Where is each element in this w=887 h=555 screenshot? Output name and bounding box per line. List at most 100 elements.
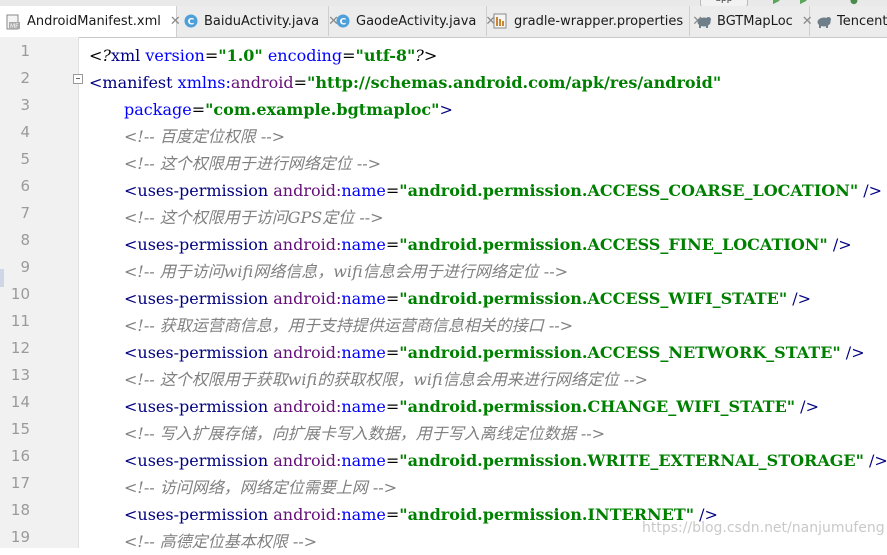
watermark: https://blog.csdn.net/nanjumufeng — [642, 520, 885, 536]
code-line[interactable]: 11 <!-- 获取运营商信息，用于支持提供运营商信息相关的接口 --> — [0, 312, 887, 339]
code-line[interactable]: 2 <manifest xmlns:android="http://schemas… — [0, 69, 887, 96]
code-token: = — [385, 181, 400, 200]
line-number: 17 — [10, 474, 30, 492]
code-token: = — [385, 397, 400, 416]
code-text[interactable]: <!-- 这个权限用于获取wifi的获取权限，wifi信息会用来进行网络定位 -… — [89, 366, 648, 393]
code-line[interactable]: 5 <!-- 这个权限用于进行网络定位 --> — [0, 150, 887, 177]
code-text[interactable]: <!-- 百度定位权限 --> — [89, 123, 285, 150]
code-line[interactable]: 3 package="com.example.bgtmaploc"> — [0, 96, 887, 123]
code-text[interactable]: <?xml version="1.0" encoding="utf-8"?> — [89, 42, 437, 69]
code-text[interactable]: <!-- 这个权限用于访问GPS定位 --> — [89, 204, 384, 231]
code-line[interactable]: 16 <uses-permission android:name="android… — [0, 447, 887, 474]
code-token: <!-- 用于访问wifi网络信息，wifi信息会用于进行网络定位 --> — [124, 262, 569, 281]
code-token: = — [342, 46, 356, 65]
code-token: android: — [273, 451, 342, 470]
code-text[interactable]: <manifest xmlns:android="http://schemas.… — [89, 69, 721, 96]
code-token: "android.permission.ACCESS_NETWORK_STATE… — [399, 343, 841, 362]
code-token: name — [341, 397, 386, 416]
line-number: 11 — [10, 312, 30, 330]
code-token: name — [341, 235, 386, 254]
code-text[interactable]: <uses-permission android:name="android.p… — [89, 177, 882, 204]
code-line[interactable]: 8 <uses-permission android:name="android.… — [0, 231, 887, 258]
line-number: 9 — [20, 258, 30, 276]
line-number: 4 — [20, 123, 30, 141]
code-text[interactable]: <!-- 用于访问wifi网络信息，wifi信息会用于进行网络定位 --> — [89, 258, 568, 285]
line-number: 19 — [10, 528, 30, 546]
code-text[interactable]: package="com.example.bgtmaploc"> — [89, 96, 453, 123]
code-text[interactable]: <!-- 访问网络，网络定位需要上网 --> — [89, 474, 397, 501]
code-text[interactable]: <uses-permission android:name="android.p… — [89, 285, 811, 312]
code-token: <!-- 百度定位权限 --> — [124, 127, 286, 146]
code-token: /> — [858, 181, 883, 200]
code-line[interactable]: 12 <uses-permission android:name="android… — [0, 339, 887, 366]
line-number: 6 — [20, 177, 30, 195]
code-token: /> — [840, 343, 865, 362]
code-text[interactable]: <uses-permission android:name="android.p… — [89, 501, 718, 528]
line-number: 2 — [20, 69, 30, 87]
code-token: android: — [273, 343, 342, 362]
code-token: version — [145, 46, 205, 65]
code-text[interactable]: <!-- 写入扩展存储，向扩展卡写入数据，用于写入离线定位数据 --> — [89, 420, 605, 447]
code-token: android: — [273, 397, 342, 416]
code-token: name — [341, 181, 386, 200]
code-token: <!-- 这个权限用于获取wifi的获取权限，wifi信息会用来进行网络定位 -… — [124, 370, 649, 389]
code-line[interactable]: 17 <!-- 访问网络，网络定位需要上网 --> — [0, 474, 887, 501]
code-token: /> — [787, 289, 812, 308]
line-number: 5 — [20, 150, 30, 168]
code-token: android: — [273, 235, 342, 254]
line-number: 18 — [10, 501, 30, 519]
code-token: "android.permission.ACCESS_WIFI_STATE" — [399, 289, 788, 308]
code-token: = — [191, 100, 206, 119]
code-token: > — [439, 100, 453, 119]
code-token: "android.permission.ACCESS_COARSE_LOCATI… — [399, 181, 859, 200]
code-token: <!-- 高德定位基本权限 --> — [124, 532, 318, 551]
code-text[interactable]: <!-- 这个权限用于进行网络定位 --> — [89, 150, 381, 177]
code-text[interactable]: <!-- 高德定位基本权限 --> — [89, 528, 317, 555]
code-token: <uses-permission — [124, 505, 269, 524]
code-token: <!-- 这个权限用于进行网络定位 --> — [124, 154, 382, 173]
code-token: encoding — [267, 46, 343, 65]
code-token: <uses-permission — [124, 289, 269, 308]
code-token: /> — [795, 397, 819, 416]
code-token: android: — [273, 181, 342, 200]
code-text[interactable]: <uses-permission android:name="android.p… — [89, 339, 865, 366]
code-text[interactable]: <uses-permission android:name="android.p… — [89, 447, 887, 474]
code-line[interactable]: 1 <?xml version="1.0" encoding="utf-8"?> — [0, 42, 887, 69]
code-editor[interactable]: 1 <?xml version="1.0" encoding="utf-8"?> 2… — [0, 0, 887, 551]
code-line[interactable]: 6 <uses-permission android:name="android.… — [0, 177, 887, 204]
code-token: "android.permission.CHANGE_WIFI_STATE" — [399, 397, 796, 416]
code-token: <manifest — [89, 73, 173, 92]
code-text[interactable]: <!-- 获取运营商信息，用于支持提供运营商信息相关的接口 --> — [89, 312, 573, 339]
code-token: = — [385, 343, 400, 362]
code-token: ?> — [415, 46, 438, 65]
code-token: android: — [273, 505, 342, 524]
code-token: = — [385, 505, 400, 524]
code-token: /> — [863, 451, 887, 470]
code-token: android — [230, 73, 294, 92]
code-token: android: — [273, 289, 342, 308]
code-token: "android.permission.ACCESS_FINE_LOCATION… — [399, 235, 828, 254]
code-line[interactable]: 4 <!-- 百度定位权限 --> — [0, 123, 887, 150]
code-token: = — [385, 451, 400, 470]
line-number: 14 — [10, 393, 30, 411]
code-token: <!-- 这个权限用于访问GPS定位 --> — [124, 208, 384, 227]
code-line[interactable]: 7 <!-- 这个权限用于访问GPS定位 --> — [0, 204, 887, 231]
code-token: <uses-permission — [124, 181, 269, 200]
code-token: name — [341, 289, 386, 308]
line-number: 8 — [20, 231, 30, 249]
code-token: <uses-permission — [124, 343, 269, 362]
code-token: "android.permission.WRITE_EXTERNAL_STORA… — [399, 451, 864, 470]
code-text[interactable]: <uses-permission android:name="android.p… — [89, 231, 852, 258]
code-line[interactable]: 15 <!-- 写入扩展存储，向扩展卡写入数据，用于写入离线定位数据 --> — [0, 420, 887, 447]
code-text[interactable]: <uses-permission android:name="android.p… — [89, 393, 819, 420]
line-number: 1 — [20, 42, 30, 60]
code-line[interactable]: 14 <uses-permission android:name="android… — [0, 393, 887, 420]
code-token: "1.0" — [218, 46, 263, 65]
code-token: <!-- 访问网络，网络定位需要上网 --> — [124, 478, 398, 497]
code-token: = — [293, 73, 308, 92]
code-line[interactable]: 13 <!-- 这个权限用于获取wifi的获取权限，wifi信息会用来进行网络定位… — [0, 366, 887, 393]
line-number: 3 — [20, 96, 30, 114]
code-line[interactable]: 9 <!-- 用于访问wifi网络信息，wifi信息会用于进行网络定位 --> — [0, 258, 887, 285]
code-token: package — [124, 100, 192, 119]
code-line[interactable]: 10 <uses-permission android:name="android… — [0, 285, 887, 312]
